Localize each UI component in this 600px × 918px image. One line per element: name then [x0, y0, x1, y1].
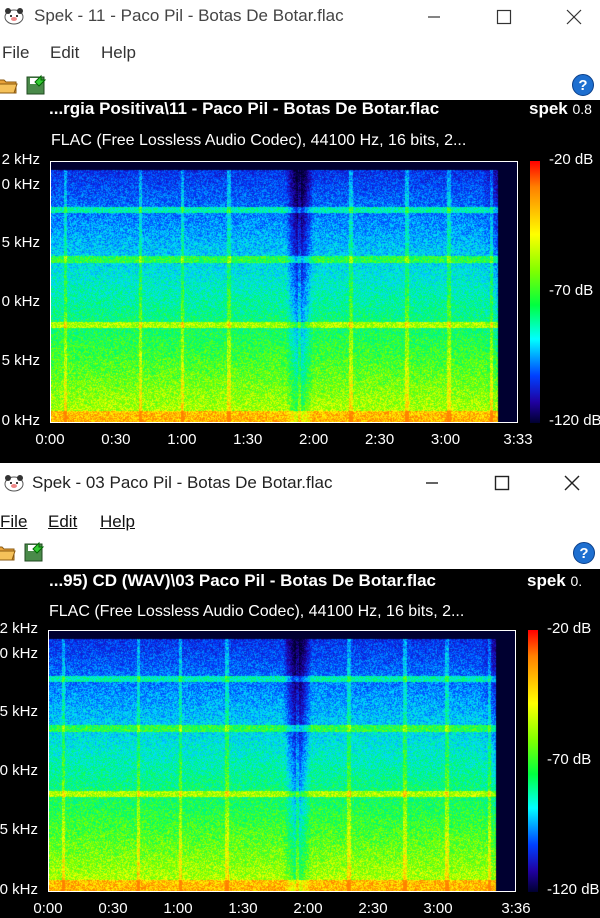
menu-edit[interactable]: Edit: [50, 43, 79, 63]
title-bar[interactable]: Spek - 03 Paco Pil - Botas De Botar.flac: [0, 463, 600, 501]
menu-file[interactable]: File: [0, 512, 27, 532]
menu-file[interactable]: File: [2, 43, 29, 63]
folder-open-icon[interactable]: [0, 541, 16, 563]
spek-name: spek: [529, 99, 568, 118]
file-title: ...rgia Positiva\11 - Paco Pil - Botas D…: [49, 99, 440, 118]
y-tick-label: 5 kHz: [1, 352, 40, 369]
y-tick-label: 5 kHz: [0, 821, 38, 838]
spectrogram: [50, 161, 518, 423]
menu-edit-label: Edit: [48, 512, 78, 531]
x-tick-label: 1:30: [228, 900, 258, 917]
file-title: ...95) CD (WAV)\03 Paco Pil - Botas De B…: [49, 571, 437, 590]
spek-label: spek 0.8: [529, 99, 592, 119]
x-tick-label: 0:30: [101, 431, 131, 448]
maximize-button[interactable]: [479, 469, 525, 497]
x-tick-label: 3:33: [503, 431, 533, 448]
y-tick-label: 2 kHz: [0, 620, 38, 637]
folder-open-icon[interactable]: [0, 74, 18, 96]
x-tick-label: 2:30: [358, 900, 388, 917]
maximize-button[interactable]: [481, 3, 527, 31]
minimize-icon: [428, 16, 440, 18]
menu-help-label: Help: [100, 512, 135, 531]
toolbar: ?: [0, 537, 600, 569]
spek-label: spek 0.: [527, 571, 582, 591]
title-bar[interactable]: Spek - 11 - Paco Pil - Botas De Botar.fl…: [0, 0, 600, 34]
colorbar-label: -70 dB: [549, 282, 594, 299]
y-tick-label: 0 kHz: [0, 762, 38, 779]
x-tick-label: 0:30: [98, 900, 128, 917]
maximize-icon: [494, 475, 510, 491]
spek-window-2: Spek - 03 Paco Pil - Botas De Botar.flac…: [0, 463, 600, 918]
spectrogram-canvas: [51, 162, 517, 422]
x-tick-label: 1:00: [163, 900, 193, 917]
spectrogram-panel: ...rgia Positiva\11 - Paco Pil - Botas D…: [0, 99, 600, 460]
audio-info: FLAC (Free Lossless Audio Codec), 44100 …: [49, 603, 465, 620]
menu-help[interactable]: Help: [101, 43, 136, 63]
spek-version: 0.8: [572, 101, 592, 117]
x-tick-label: 3:00: [423, 900, 453, 917]
y-tick-label: 0 kHz: [1, 412, 40, 429]
close-button[interactable]: [549, 469, 595, 497]
maximize-icon: [496, 9, 512, 25]
y-tick-label: 2 kHz: [1, 151, 40, 168]
window-title: Spek - 11 - Paco Pil - Botas De Botar.fl…: [34, 6, 344, 25]
colorbar-label: -70 dB: [547, 751, 592, 768]
audio-info: FLAC (Free Lossless Audio Codec), 44100 …: [51, 132, 467, 149]
toolbar: ?: [0, 70, 600, 100]
help-icon[interactable]: ?: [573, 542, 595, 564]
window-title: Spek - 03 Paco Pil - Botas De Botar.flac: [32, 473, 333, 492]
close-button[interactable]: [551, 3, 597, 31]
minimize-button[interactable]: [411, 3, 457, 31]
spek-icon: [4, 475, 24, 492]
y-tick-label: 5 kHz: [1, 234, 40, 251]
x-tick-label: 0:00: [33, 900, 63, 917]
colorbar-label: -20 dB: [547, 620, 592, 637]
x-tick-label: 1:00: [167, 431, 197, 448]
close-icon: [564, 475, 580, 491]
colorbar: [528, 630, 538, 892]
colorbar-label: -120 dB: [549, 412, 600, 429]
save-icon[interactable]: [25, 74, 47, 96]
spek-icon: [4, 8, 24, 25]
colorbar: [530, 161, 540, 423]
menu-file-label: File: [0, 512, 28, 531]
save-icon[interactable]: [23, 541, 45, 563]
y-tick-label: 0 kHz: [1, 293, 40, 310]
x-tick-label: 3:36: [501, 900, 531, 917]
spek-window-1: Spek - 11 - Paco Pil - Botas De Botar.fl…: [0, 0, 600, 460]
spectrogram-panel: ...95) CD (WAV)\03 Paco Pil - Botas De B…: [0, 569, 600, 918]
menu-edit[interactable]: Edit: [48, 512, 77, 532]
x-tick-label: 3:00: [430, 431, 461, 448]
spek-name: spek: [527, 571, 566, 590]
y-tick-label: 0 kHz: [0, 881, 38, 898]
y-tick-label: 0 kHz: [1, 176, 40, 193]
x-tick-label: 0:00: [35, 431, 65, 448]
x-tick-label: 1:30: [233, 431, 263, 448]
x-tick-label: 2:00: [293, 900, 323, 917]
x-tick-label: 2:00: [299, 431, 329, 448]
minimize-icon: [426, 482, 438, 484]
menu-help[interactable]: Help: [100, 512, 135, 532]
y-tick-label: 0 kHz: [0, 645, 38, 662]
menu-bar: File Edit Help: [0, 34, 600, 71]
spectrogram: [48, 630, 516, 892]
spectrogram-canvas: [49, 631, 515, 891]
x-tick-label: 2:30: [364, 431, 395, 448]
minimize-button[interactable]: [409, 469, 455, 497]
menu-bar: File Edit Help: [0, 501, 600, 538]
colorbar-label: -120 dB: [547, 881, 600, 898]
help-icon[interactable]: ?: [572, 74, 594, 96]
y-tick-label: 5 kHz: [0, 703, 38, 720]
close-icon: [566, 9, 582, 25]
colorbar-label: -20 dB: [549, 151, 594, 168]
spek-version: 0.: [570, 573, 583, 589]
